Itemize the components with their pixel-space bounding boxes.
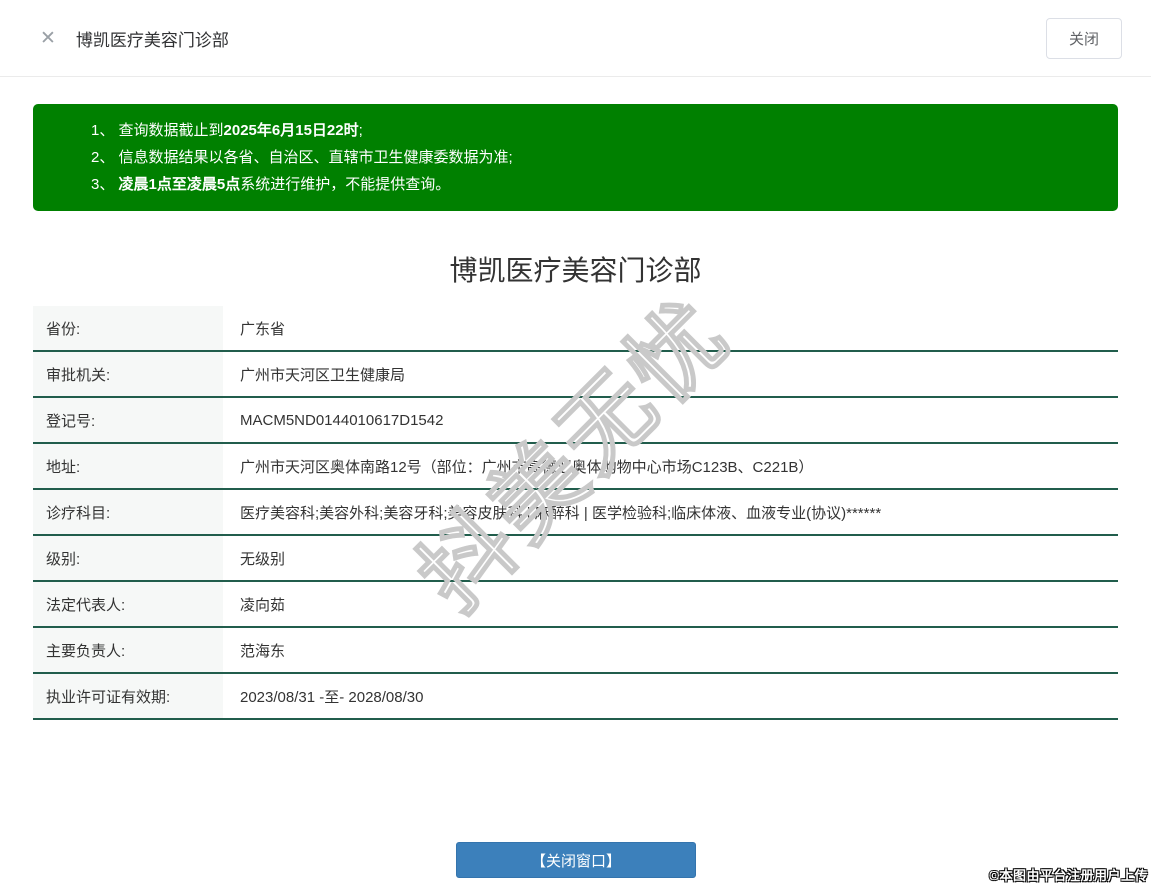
credit-watermark: ©本图由平台注册用户上传 xyxy=(989,868,1148,883)
table-row: 登记号: MACM5ND0144010617D1542 xyxy=(33,398,1118,444)
modal-header: ✕ 博凯医疗美容门诊部 关闭 xyxy=(0,0,1151,77)
table-row: 地址: 广州市天河区奥体南路12号（部位：广州市高德汇奥体购物中心市场C123B… xyxy=(33,444,1118,490)
table-row: 诊疗科目: 医疗美容科;美容外科;美容牙科;美容皮肤科 | 麻醉科 | 医学检验… xyxy=(33,490,1118,536)
row-label: 执业许可证有效期: xyxy=(33,674,223,718)
row-label: 级别: xyxy=(33,536,223,580)
close-window-button[interactable]: 【关闭窗口】 xyxy=(456,842,696,878)
table-row: 法定代表人: 凌向茹 xyxy=(33,582,1118,628)
header-close-button[interactable]: 关闭 xyxy=(1045,17,1122,59)
row-value: 凌向茹 xyxy=(240,596,286,614)
table-row: 主要负责人: 范海东 xyxy=(33,628,1118,674)
notice-line: 1、 查询数据截止到2025年6月15日22时; xyxy=(91,122,363,139)
row-label: 诊疗科目: xyxy=(33,490,223,534)
close-icon[interactable]: ✕ xyxy=(40,29,56,48)
notice-line: 3、 凌晨1点至凌晨5点系统进行维护，不能提供查询。 xyxy=(91,176,451,193)
notice-line: 2、 信息数据结果以各省、自治区、直辖市卫生健康委数据为准; xyxy=(91,149,513,166)
row-value: 广州市天河区奥体南路12号（部位：广州市高德汇奥体购物中心市场C123B、C22… xyxy=(240,458,814,476)
table-row: 执业许可证有效期: 2023/08/31 -至- 2028/08/30 xyxy=(33,674,1118,720)
row-value: 范海东 xyxy=(240,642,286,660)
row-value: 广州市天河区卫生健康局 xyxy=(240,366,406,384)
row-label: 审批机关: xyxy=(33,352,223,396)
row-value: 医疗美容科;美容外科;美容牙科;美容皮肤科 | 麻醉科 | 医学检验科;临床体液… xyxy=(240,504,882,522)
row-value: 无级别 xyxy=(240,550,286,568)
row-value: 2023/08/31 -至- 2028/08/30 xyxy=(240,688,424,706)
table-row: 级别: 无级别 xyxy=(33,536,1118,582)
row-label: 地址: xyxy=(33,444,223,488)
table-row: 审批机关: 广州市天河区卫生健康局 xyxy=(33,352,1118,398)
row-label: 省份: xyxy=(33,306,223,350)
row-value: MACM5ND0144010617D1542 xyxy=(240,411,444,429)
detail-table: 省份: 广东省 审批机关: 广州市天河区卫生健康局 登记号: MACM5ND01… xyxy=(33,306,1118,720)
header-title: 博凯医疗美容门诊部 xyxy=(75,30,229,50)
table-row: 省份: 广东省 xyxy=(33,306,1118,352)
notice-box: 1、 查询数据截止到2025年6月15日22时; 2、 信息数据结果以各省、自治区… xyxy=(33,104,1118,211)
row-label: 主要负责人: xyxy=(33,628,223,672)
row-value: 广东省 xyxy=(240,320,286,338)
clinic-name-title: 博凯医疗美容门诊部 xyxy=(449,255,702,286)
row-label: 法定代表人: xyxy=(33,582,223,626)
row-label: 登记号: xyxy=(33,398,223,442)
